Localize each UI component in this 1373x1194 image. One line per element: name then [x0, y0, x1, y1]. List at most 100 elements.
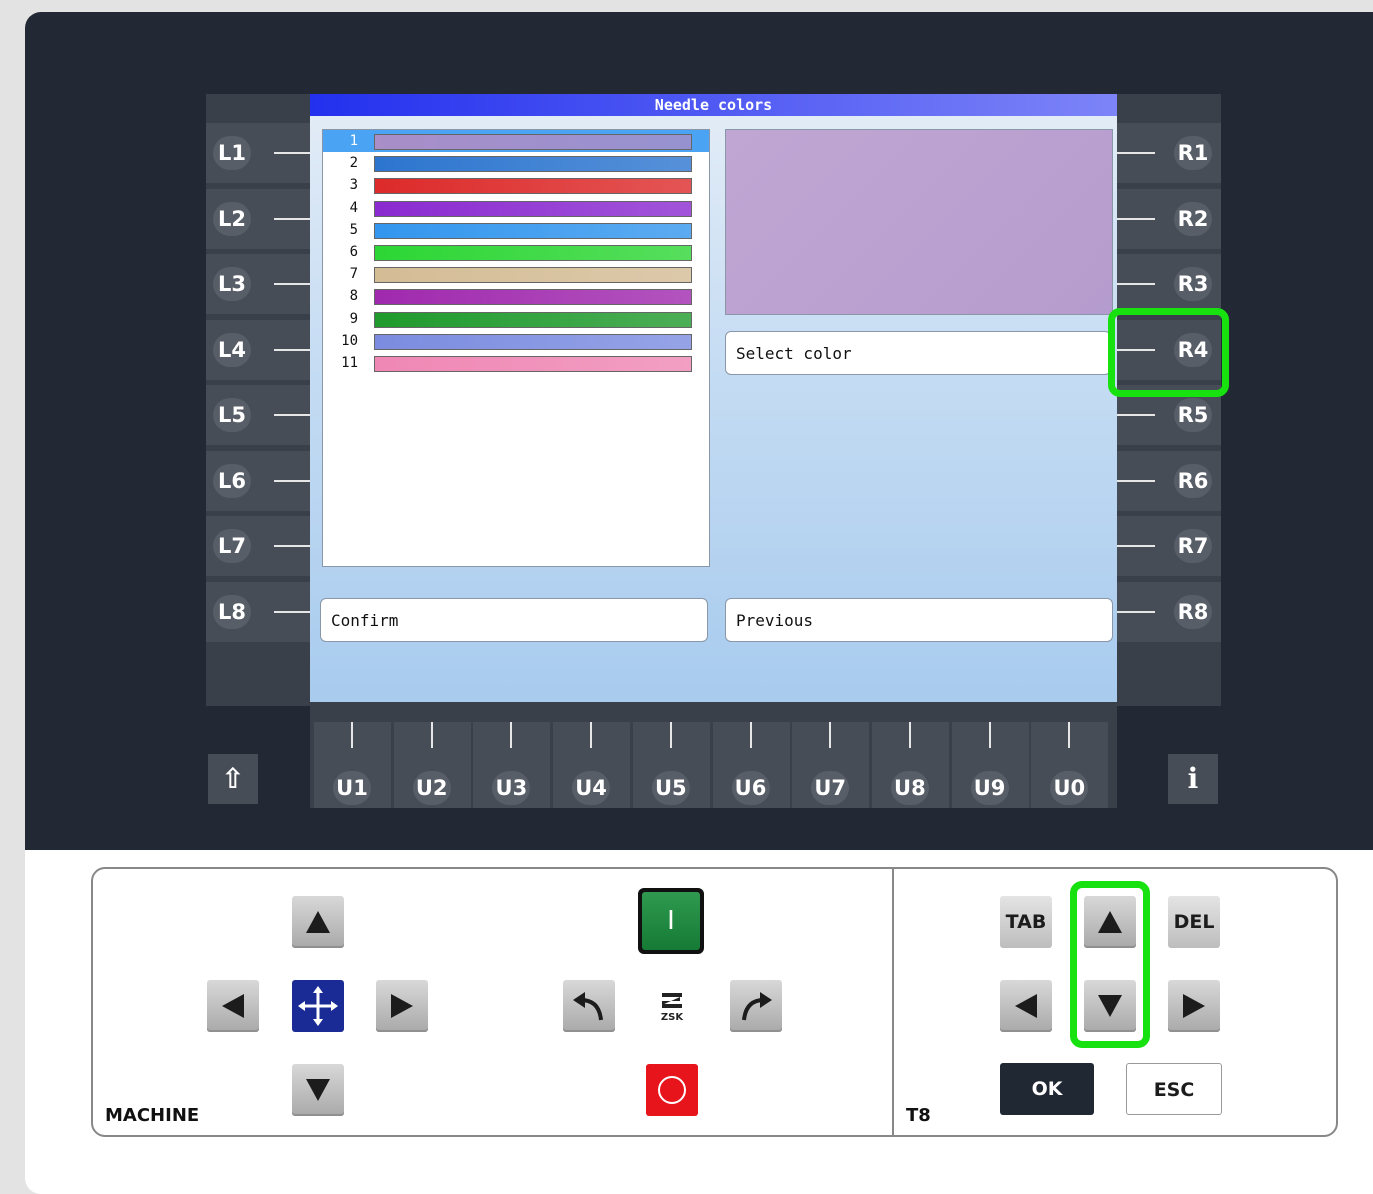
- softkey-r7[interactable]: R7: [1117, 516, 1221, 576]
- softkey-l7[interactable]: L7: [206, 516, 310, 576]
- needle-row[interactable]: 5: [323, 219, 709, 241]
- redo-button[interactable]: [730, 980, 782, 1032]
- start-button[interactable]: I: [638, 888, 704, 954]
- stop-button[interactable]: [646, 1064, 698, 1116]
- softkey-line: [829, 722, 832, 748]
- softkey-label: U8: [890, 771, 929, 805]
- ok-key[interactable]: OK: [1000, 1063, 1094, 1115]
- softkey-u6[interactable]: U6: [712, 722, 790, 808]
- arrow-left-icon: [1015, 994, 1037, 1018]
- needle-color-swatch: [374, 200, 692, 217]
- info-key[interactable]: i: [1168, 754, 1218, 804]
- needle-row[interactable]: 8: [323, 285, 709, 307]
- machine-left-button[interactable]: [207, 980, 259, 1032]
- softkey-label: R5: [1174, 398, 1212, 432]
- softkey-line: [430, 722, 433, 748]
- esc-key[interactable]: ESC: [1126, 1063, 1222, 1115]
- softkey-label: R7: [1174, 529, 1212, 563]
- needle-number: 4: [349, 199, 358, 216]
- needle-color-swatch: [374, 178, 692, 195]
- softkey-l4[interactable]: L4: [206, 320, 310, 380]
- softkey-r3[interactable]: R3: [1117, 254, 1221, 314]
- needle-row[interactable]: 4: [323, 197, 709, 219]
- needle-row[interactable]: 7: [323, 263, 709, 285]
- softkey-label: L5: [213, 398, 251, 432]
- needle-color-swatch: [374, 156, 692, 173]
- needle-color-list[interactable]: 1 2 3 4 5 6 7 8 9 10 11: [322, 129, 710, 567]
- softkey-label: U0: [1050, 771, 1089, 805]
- softkey-l3[interactable]: L3: [206, 254, 310, 314]
- arrow-right-icon: [391, 994, 413, 1018]
- undo-button[interactable]: [563, 980, 615, 1032]
- previous-button[interactable]: Previous: [725, 598, 1113, 642]
- arrow-down-icon: [306, 1079, 330, 1101]
- softkey-line: [1117, 611, 1155, 613]
- softkey-l8[interactable]: L8: [206, 582, 310, 642]
- zsk-logo-icon: ZSK: [661, 993, 684, 1023]
- softkey-line: [908, 722, 911, 748]
- softkey-u9[interactable]: U9: [951, 722, 1029, 808]
- needle-number: 6: [349, 244, 358, 260]
- del-key[interactable]: DEL: [1168, 896, 1220, 948]
- softkey-line: [1117, 283, 1155, 285]
- softkey-label: R1: [1174, 136, 1212, 170]
- softkey-line: [274, 218, 310, 220]
- softkey-line: [590, 722, 593, 748]
- softkey-line: [1117, 480, 1155, 482]
- confirm-button[interactable]: Confirm: [320, 598, 708, 642]
- needle-row[interactable]: 9: [323, 308, 709, 330]
- softkey-l2[interactable]: L2: [206, 189, 310, 249]
- select-color-button[interactable]: Select color: [725, 331, 1111, 375]
- needle-row[interactable]: 2: [323, 152, 709, 174]
- needle-row[interactable]: 6: [323, 241, 709, 263]
- needle-number: 11: [341, 355, 358, 371]
- softkey-label: L7: [213, 529, 251, 563]
- t8-left-button[interactable]: [1000, 980, 1052, 1032]
- softkey-label: L1: [213, 136, 251, 170]
- tab-key[interactable]: TAB: [1000, 896, 1052, 948]
- softkey-label: R3: [1174, 267, 1212, 301]
- softkey-r6[interactable]: R6: [1117, 451, 1221, 511]
- softkey-line: [274, 349, 310, 351]
- display-screen: Needle colors 1 2 3 4 5 6 7 8 9 10 11 Select color…: [310, 94, 1117, 702]
- softkey-u8[interactable]: U8: [871, 722, 949, 808]
- softkey-label: U9: [970, 771, 1009, 805]
- machine-down-button[interactable]: [292, 1064, 344, 1116]
- softkey-r1[interactable]: R1: [1117, 123, 1221, 183]
- softkey-l5[interactable]: L5: [206, 385, 310, 445]
- softkey-line: [274, 283, 310, 285]
- softkey-u4[interactable]: U4: [553, 722, 631, 808]
- softkey-u5[interactable]: U5: [632, 722, 710, 808]
- needle-color-swatch: [374, 267, 692, 284]
- softkey-line: [669, 722, 672, 748]
- machine-right-button[interactable]: [376, 980, 428, 1032]
- softkey-u2[interactable]: U2: [393, 722, 471, 808]
- t8-panel: T8 TAB DEL OK ESC: [892, 867, 1338, 1137]
- move-frame-button[interactable]: [292, 980, 344, 1032]
- shift-arrow-icon: ⇧: [221, 762, 245, 795]
- t8-panel-label: T8: [906, 1105, 931, 1126]
- softkey-l6[interactable]: L6: [206, 451, 310, 511]
- t8-right-button[interactable]: [1168, 980, 1220, 1032]
- shift-key[interactable]: ⇧: [208, 754, 258, 804]
- softkey-label: U2: [412, 771, 451, 805]
- needle-row[interactable]: 3: [323, 174, 709, 196]
- softkey-u7[interactable]: U7: [792, 722, 870, 808]
- softkey-u1[interactable]: U1: [314, 722, 391, 808]
- screen-title: Needle colors: [310, 94, 1117, 116]
- softkey-r2[interactable]: R2: [1117, 189, 1221, 249]
- needle-row[interactable]: 10: [323, 330, 709, 352]
- needle-row[interactable]: 11: [323, 352, 709, 374]
- softkey-u0[interactable]: U0: [1031, 722, 1109, 808]
- softkey-label: L4: [213, 333, 251, 367]
- softkey-label: L8: [213, 595, 251, 629]
- machine-panel-label: MACHINE: [105, 1105, 200, 1126]
- softkey-u3[interactable]: U3: [473, 722, 551, 808]
- softkey-line: [274, 611, 310, 613]
- softkey-label: U1: [333, 771, 371, 805]
- softkey-l1[interactable]: L1: [206, 123, 310, 183]
- needle-row[interactable]: 1: [323, 130, 709, 152]
- softkey-r8[interactable]: R8: [1117, 582, 1221, 642]
- softkey-line: [274, 152, 310, 154]
- machine-up-button[interactable]: [292, 896, 344, 948]
